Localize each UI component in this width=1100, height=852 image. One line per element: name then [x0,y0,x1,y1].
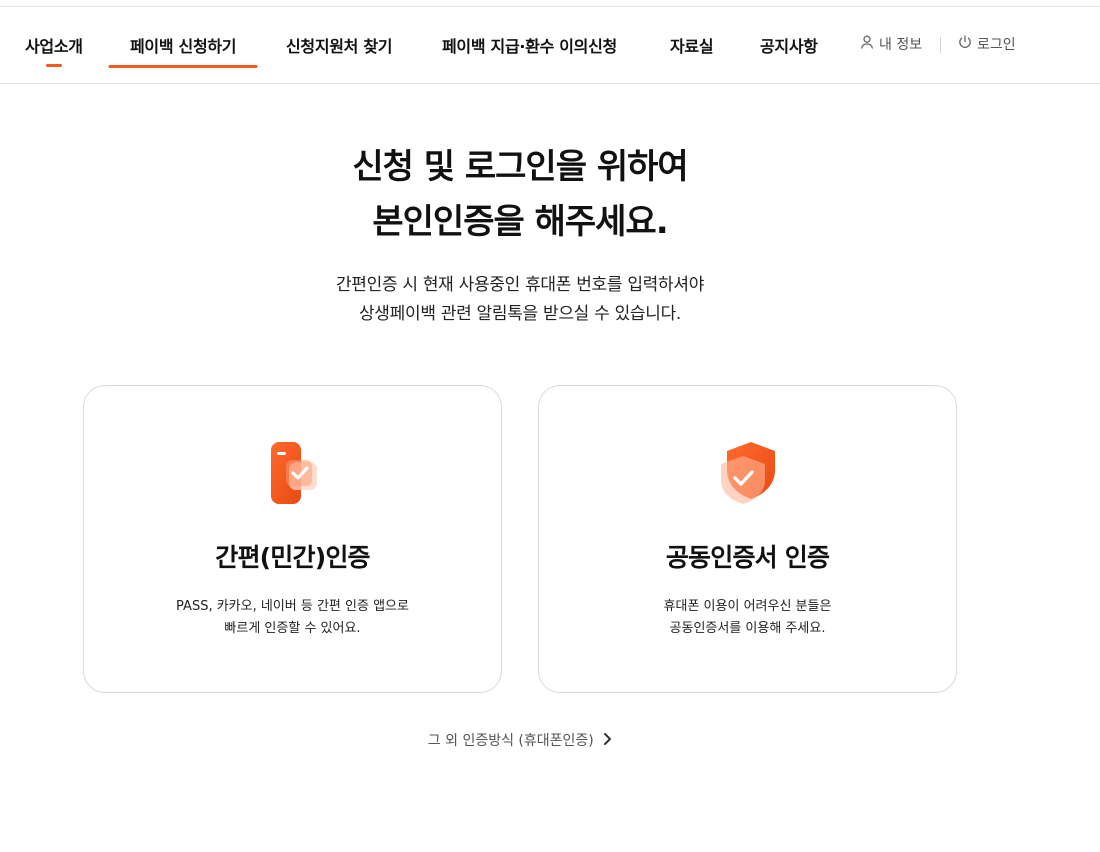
description-line-1: 간편인증 시 현재 사용중인 휴대폰 번호를 입력하셔야 [335,275,705,295]
nav-item-label: 페이백 지급·환수 이의신청 [442,37,617,56]
simple-auth-card[interactable]: 간편(민간)인증 PASS, 카카오, 네이버 등 간편 인증 앱으로 빠르게 … [83,385,502,693]
card-title: 공동인증서 인증 [665,543,830,572]
card-desc-line-2: 공동인증서를 이용해 주세요. [669,621,826,636]
power-icon [957,34,973,54]
user-icon [859,34,875,54]
nav-active-underline [108,65,258,68]
chevron-right-icon [602,732,612,750]
card-desc-line-1: PASS, 카카오, 네이버 등 간편 인증 앱으로 [176,599,409,614]
certificate-auth-card[interactable]: 공동인증서 인증 휴대폰 이용이 어려우신 분들은 공동인증서를 이용해 주세요… [538,385,957,693]
card-desc-line-2: 빠르게 인증할 수 있어요. [224,621,361,636]
card-description: 휴대폰 이용이 어려우신 분들은 공동인증서를 이용해 주세요. [539,596,956,640]
nav-item-payback-apply[interactable]: 페이백 신청하기 [108,33,258,68]
my-info-label: 내 정보 [879,37,923,53]
nav-item-find-support[interactable]: 신청지원처 찾기 [286,33,393,57]
main-nav: 사업소개 페이백 신청하기 신청지원처 찾기 페이백 지급·환수 이의신청 자료… [0,7,1100,84]
nav-item-library[interactable]: 자료실 [670,33,714,57]
my-info-link[interactable]: 내 정보 [859,34,922,54]
shield-check-icon [713,438,783,508]
nav-item-label: 신청지원처 찾기 [286,37,393,56]
card-desc-line-1: 휴대폰 이용이 어려우신 분들은 [663,599,832,614]
nav-item-label: 자료실 [670,37,714,56]
description-line-2: 상생페이백 관련 알림톡을 받으실 수 있습니다. [358,304,682,324]
page-title: 신청 및 로그인을 위하여 본인인증을 해주세요. [0,140,1040,250]
nav-item-notice[interactable]: 공지사항 [760,33,818,57]
headline-line-2: 본인인증을 해주세요. [372,202,668,242]
nav-item-label: 사업소개 [25,37,83,56]
other-auth-method-link[interactable]: 그 외 인증방식 (휴대폰인증) [0,730,1040,750]
card-title: 간편(민간)인증 [215,543,370,572]
util-divider [940,37,941,53]
card-description: PASS, 카카오, 네이버 등 간편 인증 앱으로 빠르게 인증할 수 있어요… [84,596,501,640]
phone-check-icon [258,438,328,508]
nav-marker [45,64,62,67]
login-link[interactable]: 로그인 [957,34,1016,54]
nav-item-business-intro[interactable]: 사업소개 [25,33,83,67]
nav-item-label: 페이백 신청하기 [130,37,237,56]
page-description: 간편인증 시 현재 사용중인 휴대폰 번호를 입력하셔야 상생페이백 관련 알림… [0,271,1040,329]
headline-line-1: 신청 및 로그인을 위하여 [352,147,688,187]
other-auth-label: 그 외 인증방식 (휴대폰인증) [427,733,594,749]
nav-item-label: 공지사항 [760,37,818,56]
login-label: 로그인 [977,37,1016,53]
nav-item-objection[interactable]: 페이백 지급·환수 이의신청 [442,33,617,57]
